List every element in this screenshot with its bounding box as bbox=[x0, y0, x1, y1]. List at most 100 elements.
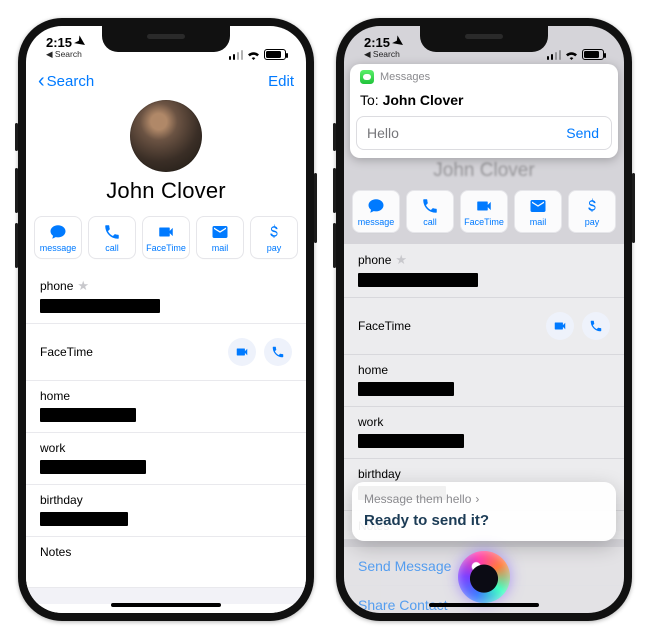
phone-row[interactable]: phone ★ bbox=[344, 244, 624, 298]
screen-contacts: 2:15➤ ◀ Search ‹Search Edit John Clover … bbox=[26, 26, 306, 613]
siri-card: Message them hello › Ready to send it? bbox=[352, 482, 616, 541]
phone-icon bbox=[589, 319, 603, 333]
pay-button[interactable]: pay bbox=[250, 216, 298, 259]
star-icon: ★ bbox=[395, 252, 407, 268]
redacted-value bbox=[40, 408, 136, 422]
home-label: home bbox=[40, 389, 292, 403]
wifi-icon bbox=[246, 49, 261, 60]
edit-button[interactable]: Edit bbox=[268, 73, 294, 90]
profile-header: John Clover bbox=[26, 100, 306, 216]
mail-button[interactable]: mail bbox=[196, 216, 244, 259]
phone-icon bbox=[103, 223, 121, 241]
contact-name: John Clover bbox=[26, 178, 306, 204]
signal-icon bbox=[547, 50, 562, 60]
home-indicator[interactable] bbox=[429, 603, 539, 607]
contact-name-background: John Clover bbox=[344, 158, 624, 190]
facetime-audio-button[interactable] bbox=[582, 312, 610, 340]
message-compose-card: Messages To: John Clover Hello Send bbox=[350, 64, 618, 158]
mail-icon bbox=[529, 197, 547, 215]
call-button[interactable]: call bbox=[406, 190, 454, 233]
messages-app-label: Messages bbox=[380, 71, 430, 83]
pay-button[interactable]: pay bbox=[568, 190, 616, 233]
phone-right: 2:15➤ ◀ Search Messages To: John Clover … bbox=[336, 18, 632, 621]
message-draft-input[interactable]: Hello bbox=[357, 117, 554, 149]
chevron-right-icon: › bbox=[475, 492, 479, 506]
phone-label: phone bbox=[358, 253, 391, 267]
avatar[interactable] bbox=[130, 100, 202, 172]
facetime-row[interactable]: FaceTime bbox=[344, 298, 624, 355]
redacted-value bbox=[40, 512, 128, 526]
phone-left: 2:15➤ ◀ Search ‹Search Edit John Clover … bbox=[18, 18, 314, 621]
notes-label: Notes bbox=[40, 545, 292, 559]
chevron-left-icon: ‹ bbox=[38, 71, 45, 91]
status-time: 2:15 bbox=[364, 35, 390, 50]
call-button[interactable]: call bbox=[88, 216, 136, 259]
home-row[interactable]: home bbox=[344, 355, 624, 407]
home-indicator[interactable] bbox=[111, 603, 221, 607]
work-row[interactable]: work bbox=[26, 433, 306, 485]
battery-icon bbox=[582, 49, 604, 60]
action-row: message call FaceTime mail pay bbox=[26, 216, 306, 269]
redacted-value bbox=[358, 273, 478, 287]
to-label: To: bbox=[360, 92, 379, 108]
signal-icon bbox=[229, 50, 244, 60]
messages-app-icon bbox=[360, 70, 374, 84]
status-back-app[interactable]: ◀ Search bbox=[364, 49, 400, 60]
message-icon bbox=[49, 223, 67, 241]
video-icon bbox=[235, 345, 249, 359]
video-icon bbox=[553, 319, 567, 333]
birthday-label: birthday bbox=[40, 493, 292, 507]
action-row: message call FaceTime mail pay bbox=[344, 190, 624, 243]
to-name: John Clover bbox=[383, 92, 464, 108]
star-icon: ★ bbox=[77, 278, 89, 294]
mail-button[interactable]: mail bbox=[514, 190, 562, 233]
phone-row[interactable]: phone ★ bbox=[26, 270, 306, 324]
home-row[interactable]: home bbox=[26, 381, 306, 433]
status-time: 2:15 bbox=[46, 35, 72, 50]
work-label: work bbox=[40, 441, 292, 455]
birthday-row[interactable]: birthday bbox=[26, 485, 306, 537]
phone-icon bbox=[271, 345, 285, 359]
notch bbox=[102, 26, 230, 52]
redacted-value bbox=[358, 382, 454, 396]
message-button[interactable]: message bbox=[34, 216, 82, 259]
siri-orb[interactable] bbox=[458, 551, 510, 603]
phone-label: phone bbox=[40, 279, 73, 293]
message-to-row[interactable]: To: John Clover bbox=[350, 88, 618, 116]
status-back-app[interactable]: ◀ Search bbox=[46, 49, 82, 60]
work-label: work bbox=[358, 415, 610, 429]
mail-icon bbox=[211, 223, 229, 241]
video-icon bbox=[475, 197, 493, 215]
facetime-row[interactable]: FaceTime bbox=[26, 324, 306, 381]
facetime-video-button[interactable] bbox=[546, 312, 574, 340]
facetime-button[interactable]: FaceTime bbox=[142, 216, 190, 259]
message-input-row: Hello Send bbox=[356, 116, 612, 150]
facetime-audio-button[interactable] bbox=[264, 338, 292, 366]
dollar-icon bbox=[265, 223, 283, 241]
home-label: home bbox=[358, 363, 610, 377]
facetime-label: FaceTime bbox=[358, 319, 411, 333]
notes-row[interactable]: Notes bbox=[26, 537, 306, 588]
siri-prompt: Ready to send it? bbox=[364, 512, 604, 529]
phone-icon bbox=[421, 197, 439, 215]
send-button[interactable]: Send bbox=[554, 117, 611, 149]
back-label: Search bbox=[47, 73, 95, 90]
message-button[interactable]: message bbox=[352, 190, 400, 233]
work-row[interactable]: work bbox=[344, 407, 624, 459]
facetime-button[interactable]: FaceTime bbox=[460, 190, 508, 233]
message-icon bbox=[367, 197, 385, 215]
details-list: phone ★ FaceTime home work bbox=[26, 270, 306, 588]
facetime-video-button[interactable] bbox=[228, 338, 256, 366]
screen-siri: 2:15➤ ◀ Search Messages To: John Clover … bbox=[344, 26, 624, 613]
redacted-value bbox=[40, 460, 146, 474]
dollar-icon bbox=[583, 197, 601, 215]
redacted-value bbox=[40, 299, 160, 313]
redacted-value bbox=[358, 434, 464, 448]
back-button[interactable]: ‹Search bbox=[38, 71, 94, 91]
video-icon bbox=[157, 223, 175, 241]
siri-hint[interactable]: Message them hello › bbox=[364, 492, 604, 506]
facetime-label: FaceTime bbox=[40, 345, 93, 359]
nav-bar: ‹Search Edit bbox=[26, 62, 306, 100]
notch bbox=[420, 26, 548, 52]
birthday-label: birthday bbox=[358, 467, 610, 481]
